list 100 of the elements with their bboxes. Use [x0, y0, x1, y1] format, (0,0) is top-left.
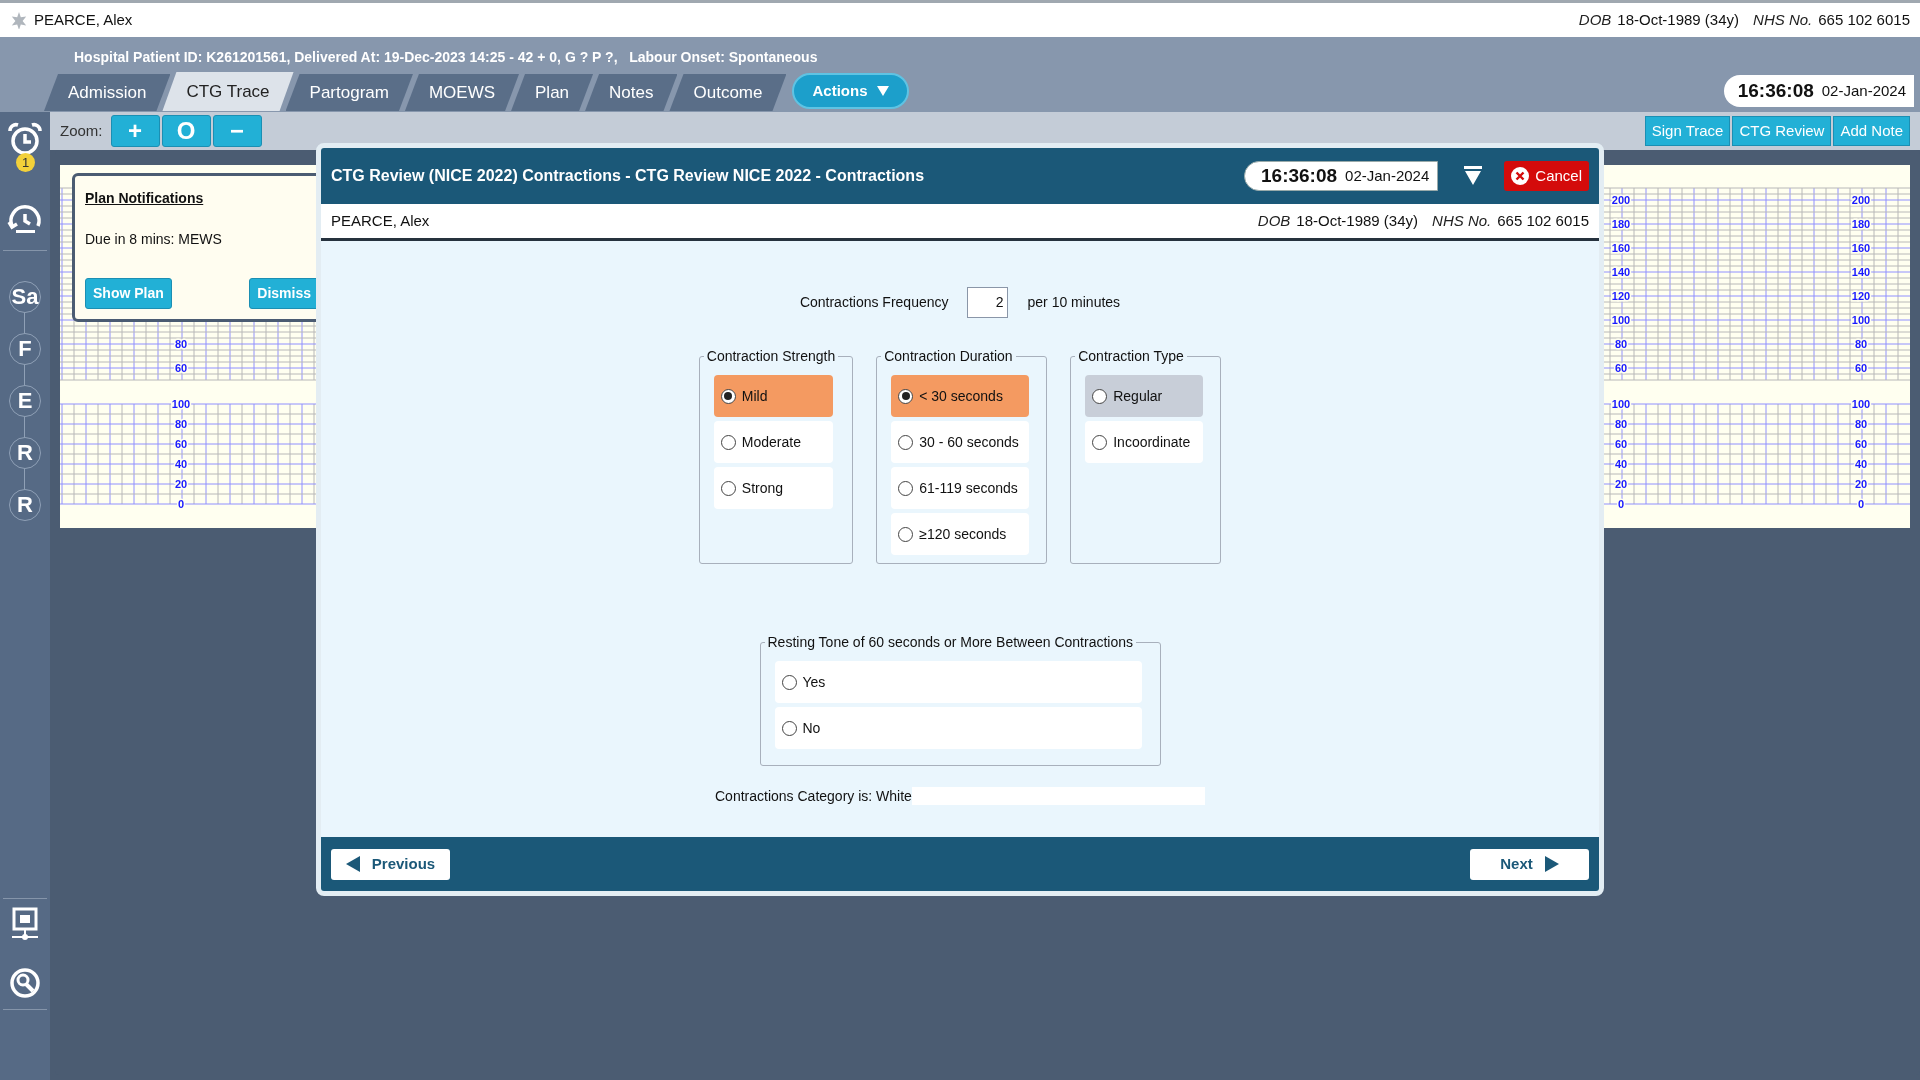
dob-value: 18-Oct-1989 (34y): [1296, 210, 1419, 231]
close-icon: [1511, 167, 1530, 185]
radio-option[interactable]: Moderate: [713, 421, 833, 463]
axis-label: 100: [1611, 398, 1631, 410]
next-button[interactable]: Next: [1470, 848, 1589, 880]
right-arrow-icon: [1544, 856, 1559, 872]
search-icon[interactable]: [9, 967, 41, 999]
radio-option[interactable]: 30 - 60 seconds: [891, 421, 1030, 463]
axis-label: 20: [1614, 478, 1628, 490]
tab[interactable]: Outcome: [669, 74, 787, 111]
stage-button[interactable]: Sa: [9, 281, 41, 313]
badge-count: 1: [16, 153, 35, 172]
axis-label: 40: [1854, 458, 1868, 470]
axis-label: 60: [174, 438, 188, 450]
axis-label: 60: [1854, 438, 1868, 450]
nhs-value: 665 102 6015: [1818, 9, 1910, 30]
group-title: Contraction Duration: [883, 347, 1014, 366]
tab[interactable]: CTG Trace: [162, 72, 294, 111]
axis-label: 120: [1611, 290, 1631, 302]
axis-label: 180: [1611, 218, 1631, 230]
stage-button[interactable]: R: [9, 489, 41, 521]
group-title: Resting Tone of 60 seconds or More Between Contractions: [766, 633, 1134, 652]
notification-title: Plan Notifications: [85, 189, 205, 208]
axis-label: 40: [1614, 458, 1628, 470]
radio-option[interactable]: Regular: [1085, 375, 1204, 417]
filter-icon[interactable]: [1464, 166, 1483, 186]
radio-option[interactable]: Strong: [713, 467, 833, 509]
axis-label: 200: [1611, 194, 1631, 206]
axis-label: 80: [1614, 338, 1628, 350]
radio-option[interactable]: Yes: [774, 661, 1142, 703]
episode-info: Hospital Patient ID: K261201561, Delivered At: 19-Dec-2023 14:25 - 42 + 0, G ? P ?, Labour Onset: Spontaneous: [74, 48, 818, 67]
patient-name: PEARCE, Alex: [34, 9, 133, 30]
radio-option[interactable]: ≥120 seconds: [891, 513, 1030, 555]
axis-label: 100: [1851, 398, 1871, 410]
radio-option[interactable]: 61-119 seconds: [891, 467, 1030, 509]
notification-message: Due in 8 mins: MEWS: [85, 230, 223, 249]
tab[interactable]: MOEWS: [404, 74, 520, 111]
axis-label: 60: [174, 362, 188, 374]
axis-label: 80: [174, 338, 188, 350]
clock-date: 02-Jan-2024: [1345, 165, 1430, 186]
radio-option[interactable]: Incoordinate: [1085, 421, 1204, 463]
axis-label: 20: [1854, 478, 1868, 490]
monitor-icon[interactable]: [10, 907, 40, 941]
tab[interactable]: Partogram: [285, 74, 413, 111]
axis-label: 160: [1611, 242, 1631, 254]
dob-value: 18-Oct-1989 (34y): [1617, 9, 1740, 30]
axis-label: 0: [1617, 498, 1625, 510]
flower-icon: [10, 11, 28, 29]
axis-label: 60: [1614, 438, 1628, 450]
frequency-field[interactable]: 2: [966, 286, 1008, 318]
radio-option[interactable]: Mild: [713, 375, 833, 417]
stage-button[interactable]: E: [9, 385, 41, 417]
caret-icon: [877, 86, 890, 96]
tab[interactable]: Plan: [511, 74, 594, 111]
dob-label: DOB: [1578, 9, 1612, 30]
axis-label: 60: [1614, 362, 1628, 374]
clock-date: 02-Jan-2024: [1821, 80, 1906, 101]
axis-label: 20: [174, 478, 188, 490]
axis-label: 100: [1851, 314, 1871, 326]
axis-label: 180: [1851, 218, 1871, 230]
axis-label: 0: [1857, 498, 1865, 510]
group-title: Contraction Strength: [705, 347, 837, 366]
tab[interactable]: Notes: [585, 74, 678, 111]
axis-label: 100: [1611, 314, 1631, 326]
history-clock-icon[interactable]: [7, 204, 43, 234]
previous-button[interactable]: Previous: [331, 848, 450, 880]
frequency-unit: per 10 minutes: [1027, 292, 1121, 312]
zoom-label: Zoom:: [60, 120, 103, 141]
radio-option[interactable]: No: [774, 707, 1142, 749]
radio-option[interactable]: < 30 seconds: [891, 375, 1030, 417]
nhs-value: 665 102 6015: [1497, 210, 1589, 231]
axis-label: 40: [174, 458, 188, 470]
cancel-button[interactable]: Cancel: [1504, 161, 1589, 191]
dob-label: DOB: [1257, 210, 1291, 231]
axis-label: 80: [1614, 418, 1628, 430]
left-arrow-icon: [345, 856, 360, 872]
axis-label: 120: [1851, 290, 1871, 302]
clock-time: 16:36:08: [1261, 163, 1338, 188]
clock-time: 16:36:08: [1737, 78, 1814, 103]
stage-button[interactable]: F: [9, 333, 41, 365]
axis-label: 160: [1851, 242, 1871, 254]
axis-label: 60: [1854, 362, 1868, 374]
axis-label: 80: [1854, 338, 1868, 350]
group-title: Contraction Type: [1077, 347, 1185, 366]
category-text: Contractions Category is: White: [715, 786, 912, 806]
nhs-label: NHS No.: [1432, 210, 1492, 231]
dialog-title: CTG Review (NICE 2022) Contractions - CTG Review NICE 2022 - Contractions: [331, 166, 925, 186]
axis-label: 80: [1854, 418, 1868, 430]
actions-button[interactable]: Actions: [792, 73, 910, 109]
axis-label: 140: [1611, 266, 1631, 278]
axis-label: 80: [174, 418, 188, 430]
axis-label: 0: [177, 498, 185, 510]
nhs-label: NHS No.: [1753, 9, 1813, 30]
axis-label: 100: [171, 398, 191, 410]
patient-name: PEARCE, Alex: [331, 210, 430, 231]
frequency-label: Contractions Frequency: [799, 292, 949, 312]
axis-label: 140: [1851, 266, 1871, 278]
stage-button[interactable]: R: [9, 437, 41, 469]
axis-label: 200: [1851, 194, 1871, 206]
tab[interactable]: Admission: [44, 74, 171, 111]
